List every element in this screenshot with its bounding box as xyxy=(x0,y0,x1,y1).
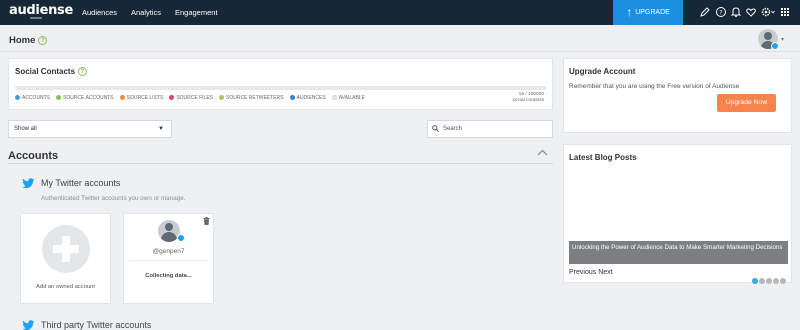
twitter-account-card[interactable]: @genpen7 Collecting data... xyxy=(123,213,214,304)
header-divider xyxy=(0,51,800,52)
twitter-bird-icon xyxy=(22,320,35,330)
search-icon xyxy=(432,125,439,132)
blog-post-caption[interactable]: Unlocking the Power of Audience Data to … xyxy=(569,241,788,264)
chevron-down-icon[interactable]: ▾ xyxy=(781,36,784,43)
nav-engagement[interactable]: Engagement xyxy=(175,0,218,25)
nav-analytics[interactable]: Analytics xyxy=(131,0,161,25)
avatar-body xyxy=(161,232,177,242)
twitter-badge-icon xyxy=(771,42,779,50)
show-filter-select[interactable]: Show all ▼ xyxy=(8,120,172,138)
avatar-head xyxy=(165,223,173,231)
svg-text:?: ? xyxy=(719,10,722,17)
carousel-dot[interactable] xyxy=(766,278,772,284)
legend-dot xyxy=(331,95,337,100)
add-owned-account-card[interactable]: Add an owned account xyxy=(20,213,111,304)
legend-dot xyxy=(15,95,20,100)
add-icon xyxy=(42,225,90,273)
my-twitter-accounts-title: My Twitter accounts xyxy=(41,178,121,188)
top-navigation-bar: audiense Audiences Analytics Engagement … xyxy=(0,0,800,25)
account-handle: @genpen7 xyxy=(152,248,185,255)
contacts-count-label: social contacts xyxy=(512,98,544,103)
upgrade-now-button[interactable]: Upgrade Now xyxy=(717,94,776,112)
legend-dot xyxy=(119,95,125,100)
contacts-count: 15 / 100000 social contacts xyxy=(513,92,544,104)
latest-blog-posts-panel: Latest Blog Posts Unlocking the Power of… xyxy=(563,144,792,284)
legend-dot xyxy=(56,95,62,100)
settings-gear-icon[interactable] xyxy=(760,6,776,18)
legend-label: SOURCE RETWEETERS xyxy=(226,95,284,101)
legend-label: SOURCE ACCOUNTS xyxy=(63,95,114,101)
upgrade-button[interactable]: ↑ UPGRADE xyxy=(613,0,683,25)
caret-down-icon: ▼ xyxy=(158,126,164,132)
legend-label: SOURCE FILES xyxy=(176,95,213,101)
social-contacts-title-text: Social Contacts xyxy=(15,67,76,76)
legend-label: AUDIENCES xyxy=(296,95,326,101)
search-placeholder: Search xyxy=(443,126,463,132)
legend-label: SOURCE LISTS xyxy=(126,95,164,101)
social-contacts-panel: Social Contacts? ACCOUNTS SOURCE ACCOUNTS… xyxy=(8,58,553,110)
legend-label: AVAILABLE xyxy=(338,95,365,101)
arrow-up-icon: ↑ xyxy=(626,5,633,19)
legend-item: SOURCE ACCOUNTS xyxy=(56,95,114,101)
carousel-dot[interactable] xyxy=(780,278,786,284)
upgrade-account-panel: Upgrade Account Remember that you are us… xyxy=(563,58,792,133)
social-contacts-title: Social Contacts? xyxy=(15,67,88,76)
legend-item: AUDIENCES xyxy=(289,95,326,101)
legend-dot xyxy=(169,95,175,100)
legend-item: ACCOUNTS xyxy=(15,95,50,101)
card-divider xyxy=(130,260,208,261)
my-twitter-accounts-description: Authenticated Twitter accounts you own o… xyxy=(41,195,186,202)
nav-audiences[interactable]: Audiences xyxy=(82,0,117,25)
page-title: Home? xyxy=(9,35,48,46)
page-title-text: Home xyxy=(9,35,36,46)
carousel-dots xyxy=(752,271,787,289)
add-owned-account-label: Add an owned account xyxy=(36,284,95,290)
help-icon[interactable]: ? xyxy=(38,36,48,45)
carousel-dot[interactable] xyxy=(759,278,765,284)
blog-pagination: Previous Next xyxy=(569,269,613,276)
upgrade-account-text: Remember that you are using the Free ver… xyxy=(569,83,740,90)
help-icon[interactable]: ? xyxy=(78,67,88,76)
previous-link[interactable]: Previous xyxy=(569,269,596,276)
latest-blog-posts-title: Latest Blog Posts xyxy=(569,153,637,162)
legend-label: ACCOUNTS xyxy=(22,95,51,101)
upgrade-label: UPGRADE xyxy=(635,9,670,16)
trash-icon[interactable] xyxy=(203,217,210,225)
help-icon[interactable]: ? xyxy=(715,6,727,18)
plus-vertical xyxy=(62,236,70,262)
upgrade-account-title: Upgrade Account xyxy=(569,67,636,76)
legend-item: SOURCE LISTS xyxy=(119,95,164,101)
audiense-logo[interactable]: audiense xyxy=(9,4,73,18)
carousel-dot[interactable] xyxy=(773,278,779,284)
pencil-icon[interactable] xyxy=(699,6,711,18)
contacts-usage-bar xyxy=(15,86,546,90)
carousel-dot[interactable] xyxy=(752,278,758,284)
avatar-head xyxy=(764,32,772,40)
twitter-badge-icon xyxy=(177,234,185,242)
collapse-chevron-icon[interactable] xyxy=(537,149,548,158)
accounts-section-title: Accounts xyxy=(8,150,59,162)
logo-underline xyxy=(30,17,42,19)
legend-item: AVAILABLE xyxy=(331,95,365,101)
apps-grid-icon[interactable] xyxy=(779,6,791,18)
legend-item: SOURCE FILES xyxy=(169,95,213,101)
legend-dot xyxy=(289,95,295,100)
legend-item: SOURCE RETWEETERS xyxy=(219,95,284,101)
contacts-legend: ACCOUNTS SOURCE ACCOUNTS SOURCE LISTS SOURC… xyxy=(15,95,371,101)
third-party-twitter-accounts-title: Third party Twitter accounts xyxy=(41,320,152,330)
bell-icon[interactable] xyxy=(730,6,742,18)
section-divider xyxy=(8,163,553,164)
search-input[interactable]: Search xyxy=(427,120,553,138)
next-link[interactable]: Next xyxy=(598,269,612,276)
twitter-bird-icon xyxy=(22,178,35,189)
select-value: Show all xyxy=(14,126,37,132)
legend-dot xyxy=(219,95,224,100)
account-status: Collecting data... xyxy=(145,273,192,279)
heart-icon[interactable] xyxy=(745,6,757,18)
